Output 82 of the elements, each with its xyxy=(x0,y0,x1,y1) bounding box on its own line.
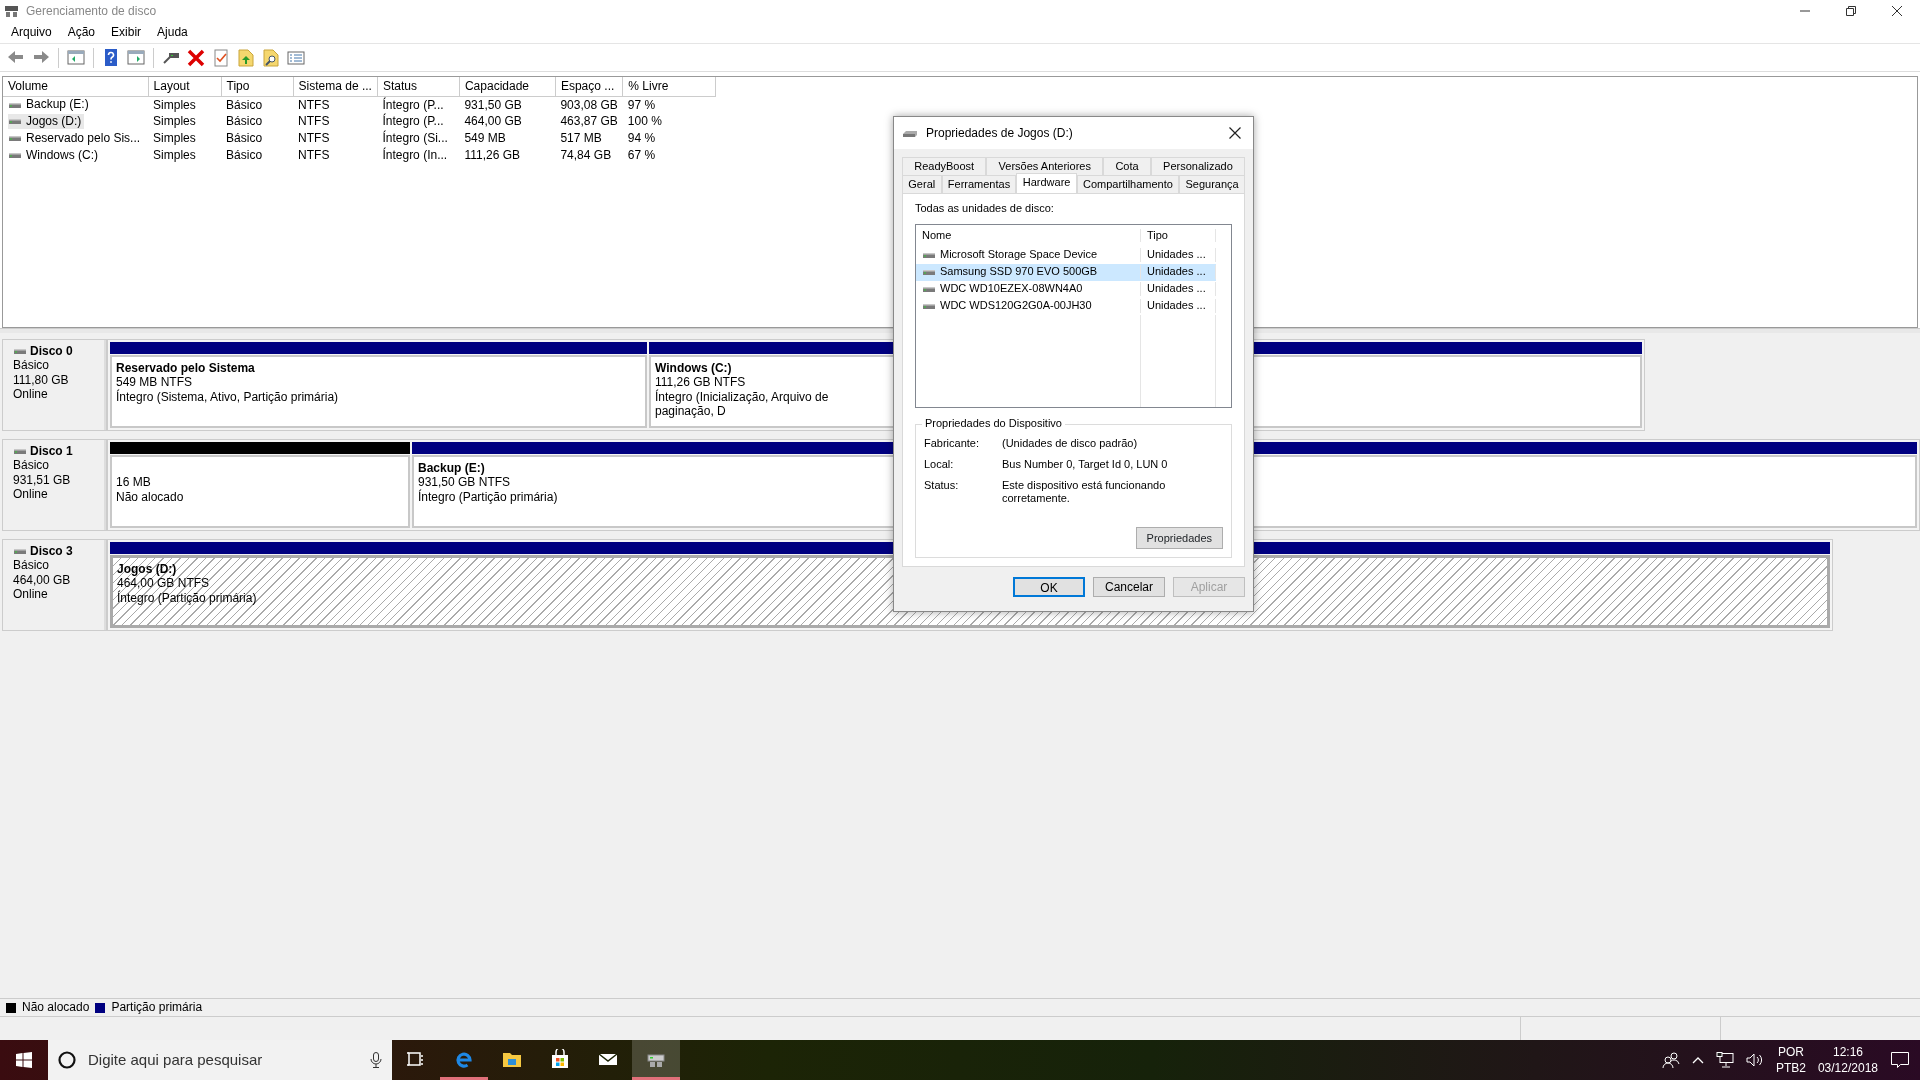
list-label: Todas as unidades de disco: xyxy=(915,202,1055,216)
disk-status: Online xyxy=(13,587,49,602)
partition-status: Íntegro (Sistema, Ativo, Partição primária) xyxy=(116,389,339,405)
table-cell: 517 MB xyxy=(560,131,602,146)
partition-status: Íntegro (Partição primária) xyxy=(117,590,257,606)
table-cell: NTFS xyxy=(298,148,330,163)
table-cell: Básico xyxy=(226,131,263,146)
disk-type: Básico xyxy=(13,458,51,473)
disk-size: 464,00 GB xyxy=(13,572,72,588)
table-cell: 111,26 GB xyxy=(464,148,521,163)
table-cell: Básico xyxy=(226,97,263,112)
field-label: Status: xyxy=(924,478,960,493)
field-value: Este dispositivo está funcionando corretamente. xyxy=(1002,478,1167,506)
volume-name: Reservado pelo Sis... xyxy=(26,131,141,146)
partition-size: 931,50 GB NTFS xyxy=(418,475,511,490)
drive-type: Unidades ... xyxy=(1147,282,1206,296)
disk-type: Básico xyxy=(13,358,51,373)
partition-name: Reservado pelo Sistema xyxy=(116,361,255,376)
partition-size: 111,26 GB NTFS xyxy=(655,375,746,390)
language-code: POR xyxy=(1777,1044,1804,1060)
partition-name: Windows (C:) xyxy=(655,361,732,376)
table-cell: Íntegro (P... xyxy=(382,97,444,112)
keyboard-layout: PTB2 xyxy=(1775,1060,1806,1076)
partition-status: Íntegro (Partição primária) xyxy=(418,489,558,505)
partition-status: Íntegro (Inicialização, Arquivo de paginação, D xyxy=(655,389,830,419)
volume-name: Windows (C:) xyxy=(26,148,98,163)
clock-date: 03/12/2018 xyxy=(1817,1060,1878,1076)
table-cell: 903,08 GB xyxy=(560,97,618,112)
table-cell: 464,00 GB xyxy=(464,114,522,129)
clock-time: 12:16 xyxy=(1832,1044,1863,1060)
disk-name: Disco 1 xyxy=(30,444,73,459)
disk-status: Online xyxy=(13,387,49,402)
drive-type: Unidades ... xyxy=(1147,265,1206,279)
table-cell: Simples xyxy=(153,148,196,163)
partition-name: Backup (E:) xyxy=(418,461,485,476)
legend-label: Não alocado xyxy=(22,1000,90,1015)
drive-name: Microsoft Storage Space Device xyxy=(940,248,1098,262)
window-title: Gerenciamento de disco xyxy=(26,3,157,19)
table-cell: NTFS xyxy=(298,114,330,129)
table-cell: 94 % xyxy=(627,131,656,146)
table-cell: NTFS xyxy=(298,97,330,112)
table-cell: Básico xyxy=(226,114,263,129)
disk-size: 111,80 GB xyxy=(13,372,70,388)
drive-name: Samsung SSD 970 EVO 500GB xyxy=(940,265,1098,279)
group-title: Propriedades do Dispositivo xyxy=(922,416,1065,430)
volume-name: Backup (E:) xyxy=(26,97,89,112)
disk-name: Disco 3 xyxy=(30,544,73,559)
partition-name: Jogos (D:) xyxy=(117,562,177,577)
partition-size: 16 MB xyxy=(116,475,151,490)
disk-name: Disco 0 xyxy=(30,344,73,359)
partition-status: Não alocado xyxy=(116,489,184,505)
table-cell: 74,84 GB xyxy=(560,148,612,163)
table-cell: Íntegro (P... xyxy=(382,114,444,129)
table-cell: 549 MB xyxy=(464,131,506,146)
table-cell: Simples xyxy=(153,131,196,146)
field-label: Local: xyxy=(924,457,955,471)
field-value: Bus Number 0, Target Id 0, LUN 0 xyxy=(1002,457,1169,471)
table-cell: 463,87 GB xyxy=(560,114,618,129)
drive-name: WDC WD10EZEX-08WN4A0 xyxy=(940,282,1083,296)
table-cell: 931,50 GB xyxy=(464,97,522,112)
disk-type: Básico xyxy=(13,558,51,573)
field-label: Fabricante: xyxy=(924,436,981,450)
partition-size: 464,00 GB NTFS xyxy=(117,576,210,591)
table-cell: Simples xyxy=(153,114,196,129)
table-cell: Íntegro (In... xyxy=(382,148,448,163)
table-cell: NTFS xyxy=(298,131,330,146)
partition-size: 549 MB NTFS xyxy=(116,375,193,390)
table-cell: Íntegro (Si... xyxy=(382,131,448,146)
field-value: (Unidades de disco padrão) xyxy=(1002,436,1139,450)
volume-name: Jogos (D:) xyxy=(26,114,82,129)
drive-type: Unidades ... xyxy=(1147,248,1206,262)
drive-type: Unidades ... xyxy=(1147,299,1206,313)
disk-status: Online xyxy=(13,487,49,502)
dialog-title: Propriedades de Jogos (D:) xyxy=(926,125,1073,141)
table-cell: 97 % xyxy=(627,97,656,112)
table-cell: Básico xyxy=(226,148,263,163)
drive-name: WDC WDS120G2G0A-00JH30 xyxy=(940,299,1092,313)
disk-size: 931,51 GB xyxy=(13,472,72,488)
table-cell: Simples xyxy=(153,97,196,112)
table-cell: 67 % xyxy=(627,148,656,163)
legend-label: Partição primária xyxy=(111,1000,203,1015)
table-cell: 100 % xyxy=(627,114,662,129)
